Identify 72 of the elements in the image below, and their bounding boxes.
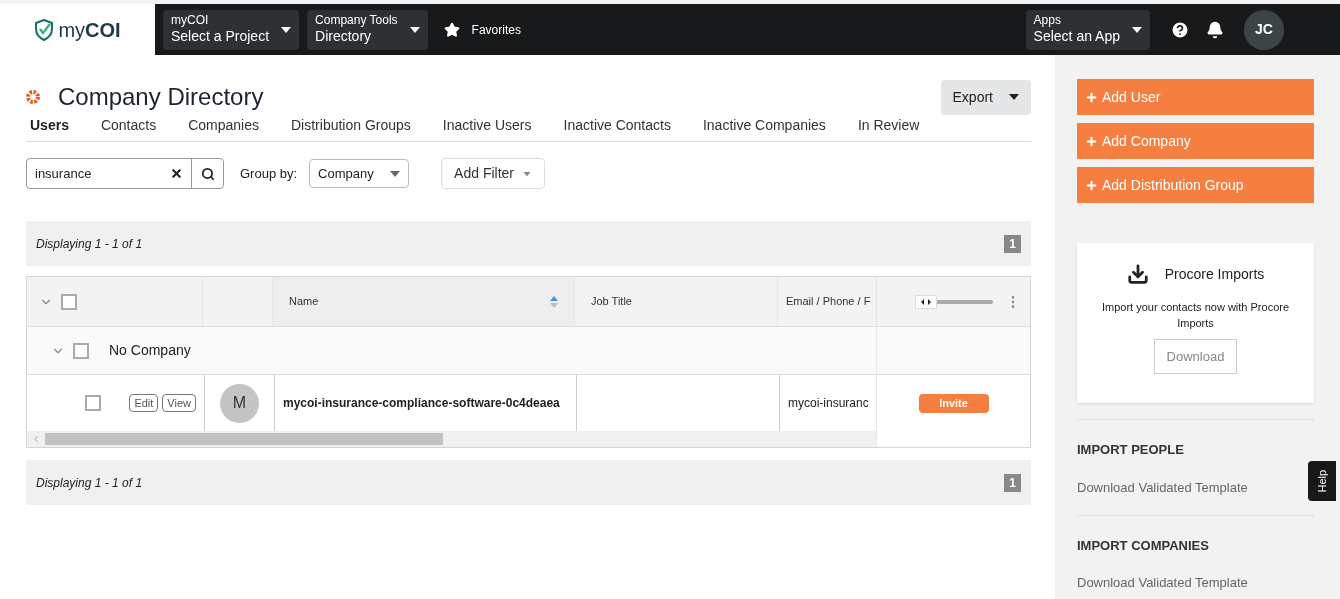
tab[interactable]: Companies (188, 115, 259, 136)
search-icon (200, 166, 215, 181)
edit-button[interactable]: Edit (129, 393, 159, 413)
selector-value: Select an App (1033, 28, 1120, 46)
section-heading: IMPORT COMPANIES (1077, 536, 1210, 555)
star-icon (443, 21, 460, 38)
dropdown-selector[interactable]: Company Tools Directory (307, 9, 428, 50)
slider-thumb[interactable] (915, 294, 937, 309)
selector-value: Directory (315, 28, 373, 46)
group-by-label: Group by: (240, 164, 298, 183)
plus-icon (1085, 178, 1098, 192)
selector-label: myCOI (171, 13, 210, 29)
caret-icon (390, 170, 401, 177)
help-icon[interactable] (1170, 19, 1190, 40)
group-name: No Company (109, 341, 191, 360)
tab[interactable]: Inactive Users (442, 115, 532, 136)
tab[interactable]: Users (30, 115, 69, 136)
user-avatar[interactable]: JC (1244, 9, 1284, 50)
plus-icon (1085, 134, 1098, 148)
tab[interactable]: In Review (857, 115, 920, 136)
column-width-slider[interactable] (915, 294, 993, 309)
selector-label: Company Tools (315, 13, 398, 29)
column-header[interactable]: Email / Phone / F (786, 293, 871, 310)
scroll-left-icon[interactable] (31, 434, 41, 444)
table-cell-text: mycoi-insurance-compliance-software-0c4deaea (283, 395, 560, 412)
logo[interactable]: myCOI (58, 14, 121, 45)
column-header[interactable]: Name (289, 293, 319, 310)
download-icon (1126, 263, 1149, 285)
gear-icon (26, 90, 40, 104)
card-title: Procore Imports (1164, 264, 1265, 284)
caret-icon (409, 26, 420, 33)
template-link[interactable]: Download Validated Template (1077, 477, 1248, 497)
user-avatar: M (220, 383, 259, 423)
displaying-count: Displaying 1 - 1 of 1 (36, 235, 143, 253)
plus-icon (1085, 90, 1098, 104)
view-button[interactable]: View (162, 393, 196, 413)
displaying-count: Displaying 1 - 1 of 1 (36, 474, 143, 492)
caret-icon (1132, 26, 1142, 33)
page-number[interactable]: 1 (1004, 473, 1021, 492)
dropdown-selector[interactable]: myCOI Select a Project (163, 9, 300, 50)
tab[interactable]: Inactive Companies (702, 115, 826, 136)
section-heading: IMPORT PEOPLE (1077, 441, 1185, 459)
caret-icon (523, 171, 531, 176)
tab[interactable]: Contacts (100, 115, 157, 136)
card-text: Import your contacts now with Procore Imports (1100, 300, 1291, 331)
notification-icon[interactable] (1206, 20, 1224, 39)
tab[interactable]: Distribution Groups (291, 115, 411, 136)
tab[interactable]: Inactive Contacts (563, 115, 671, 136)
page-title: Company Directory (58, 82, 264, 112)
caret-icon (1009, 94, 1019, 100)
favorites-button[interactable]: Favorites (443, 20, 521, 39)
search-value: insurance (34, 164, 93, 183)
selector-label: Apps (1033, 13, 1062, 29)
dropdown-selector[interactable]: Apps Select an App (1025, 9, 1150, 50)
group-by-dropdown[interactable]: Company (309, 159, 410, 188)
export-button[interactable]: Export (940, 79, 1031, 115)
shield-check-icon (34, 18, 55, 41)
checkbox[interactable] (61, 293, 77, 310)
search-field[interactable]: insurance (26, 158, 224, 189)
clear-icon[interactable] (170, 167, 183, 180)
add-filter-button[interactable]: Add Filter (441, 158, 545, 189)
column-header[interactable]: Job Title (591, 293, 632, 310)
table-cell-text: mycoi-insuranc (788, 395, 869, 412)
selector-value: Select a Project (171, 28, 270, 46)
horizontal-scrollbar[interactable] (45, 433, 443, 445)
download-button[interactable]: Download (1153, 339, 1238, 374)
checkbox[interactable] (73, 342, 89, 359)
template-link[interactable]: Download Validated Template (1077, 573, 1248, 593)
sort-icon[interactable] (550, 295, 558, 308)
page-number[interactable]: 1 (1004, 234, 1021, 253)
caret-icon (281, 26, 292, 33)
checkbox[interactable] (85, 395, 102, 411)
